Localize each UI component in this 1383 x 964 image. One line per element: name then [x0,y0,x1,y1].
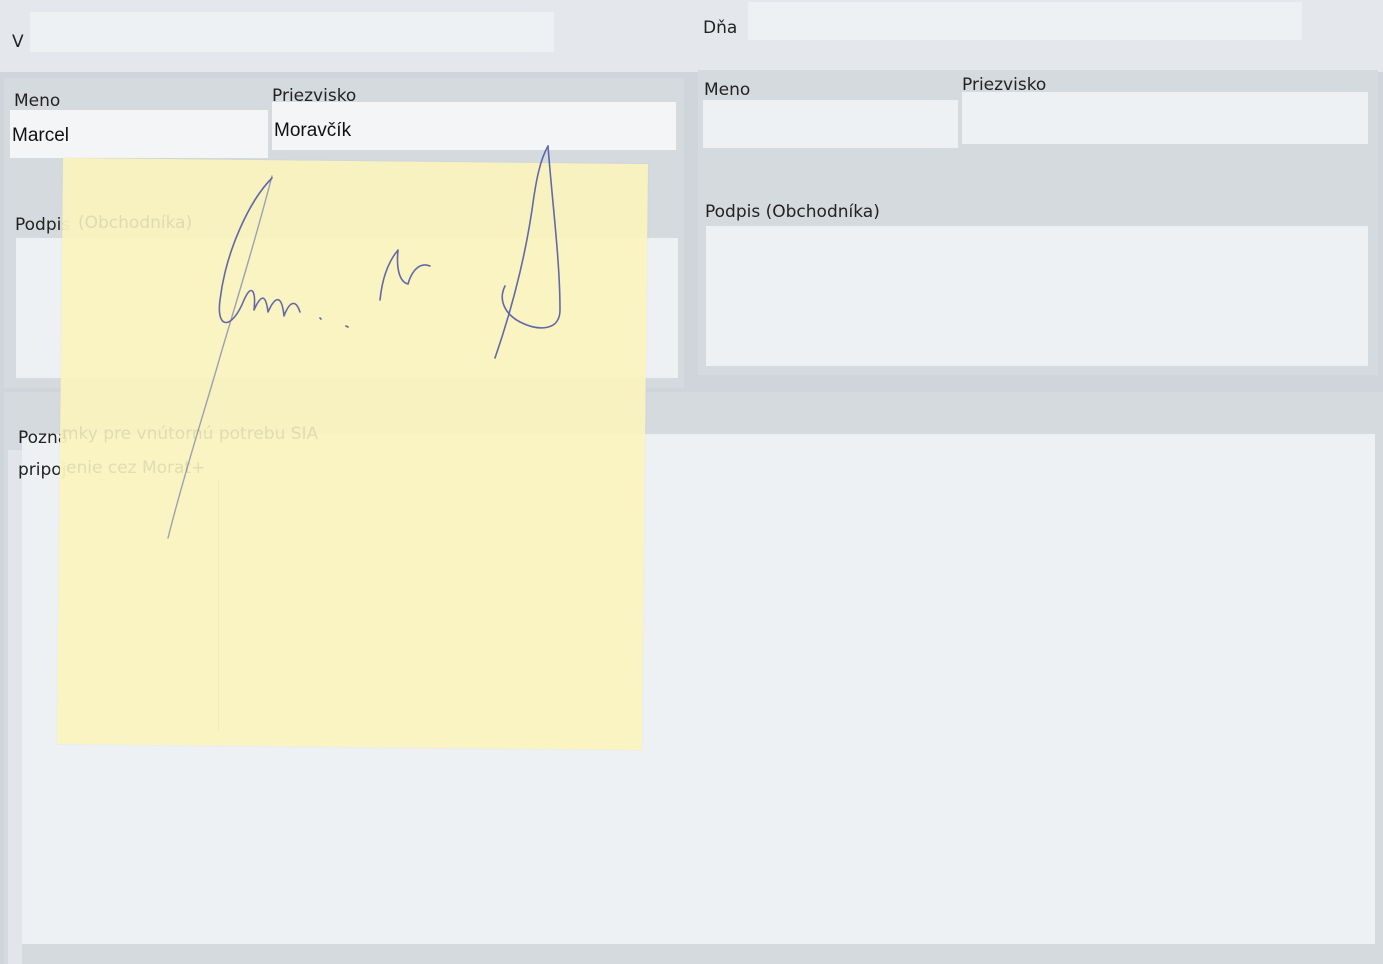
signature-drawing [167,145,561,539]
